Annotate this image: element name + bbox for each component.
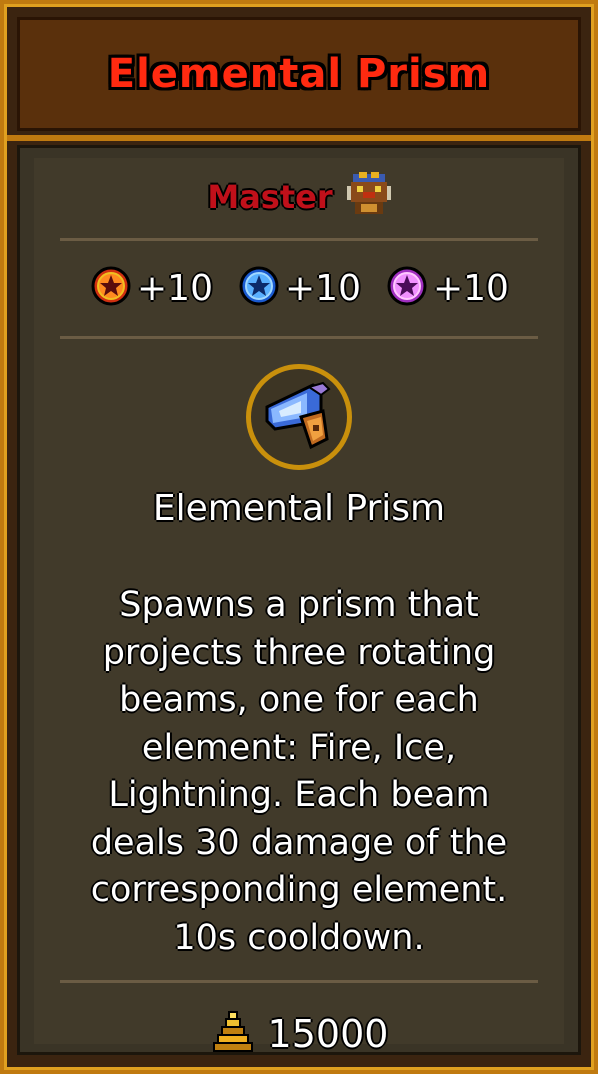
cost-value: 15000 — [267, 1012, 389, 1056]
prism-icon-frame — [246, 364, 352, 470]
master-rank-icon — [346, 172, 391, 222]
body-panel: Master +10 +10 +10 Elemental Prism Spawn… — [17, 145, 581, 1056]
title-bar: Elemental Prism — [17, 17, 581, 131]
item-description: Spawns a prism that projects three rotat… — [64, 582, 534, 962]
body-inner: Master +10 +10 +10 Elemental Prism Spawn… — [34, 158, 564, 1056]
description-line: 10s cooldown. — [173, 917, 425, 958]
stats-row: +10 +10 +10 — [34, 258, 564, 318]
divider-top — [60, 238, 538, 241]
description-line: corresponding element. — [90, 870, 508, 910]
fire-element-icon — [89, 264, 133, 312]
description-line: element: Fire, Ice, — [141, 727, 457, 768]
lightning-stat-value: +10 — [432, 267, 509, 309]
ice-stat-value: +10 — [285, 267, 361, 309]
gold-coins-icon — [210, 1011, 256, 1057]
title-divider — [7, 135, 591, 141]
tooltip-frame: Elemental Prism Master +10 +10 +10 Eleme… — [0, 0, 598, 1074]
divider-middle — [60, 336, 538, 339]
item-title: Elemental Prism — [107, 51, 491, 97]
description-line: deals 30 damage of the — [90, 822, 508, 863]
description-line: Lightning. Each beam — [108, 775, 490, 815]
item-name: Elemental Prism — [152, 488, 446, 529]
stat-ice: +10 — [237, 264, 361, 312]
stat-fire: +10 — [89, 264, 213, 312]
divider-bottom — [60, 980, 538, 983]
lightning-element-icon — [385, 264, 429, 312]
tooltip-frame-inner: Elemental Prism Master +10 +10 +10 Eleme… — [4, 4, 594, 1070]
ice-element-icon — [237, 264, 281, 312]
description-line: Spawns a prism that — [119, 585, 479, 625]
stat-lightning: +10 — [385, 264, 509, 312]
rank-row: Master — [34, 172, 564, 222]
description-line: projects three rotating — [102, 632, 496, 673]
fire-stat-value: +10 — [137, 267, 213, 309]
cost-row: 15000 — [34, 1004, 564, 1064]
description-line: beams, one for each — [119, 680, 479, 720]
prism-icon — [261, 377, 337, 457]
rank-label: Master — [207, 178, 333, 216]
